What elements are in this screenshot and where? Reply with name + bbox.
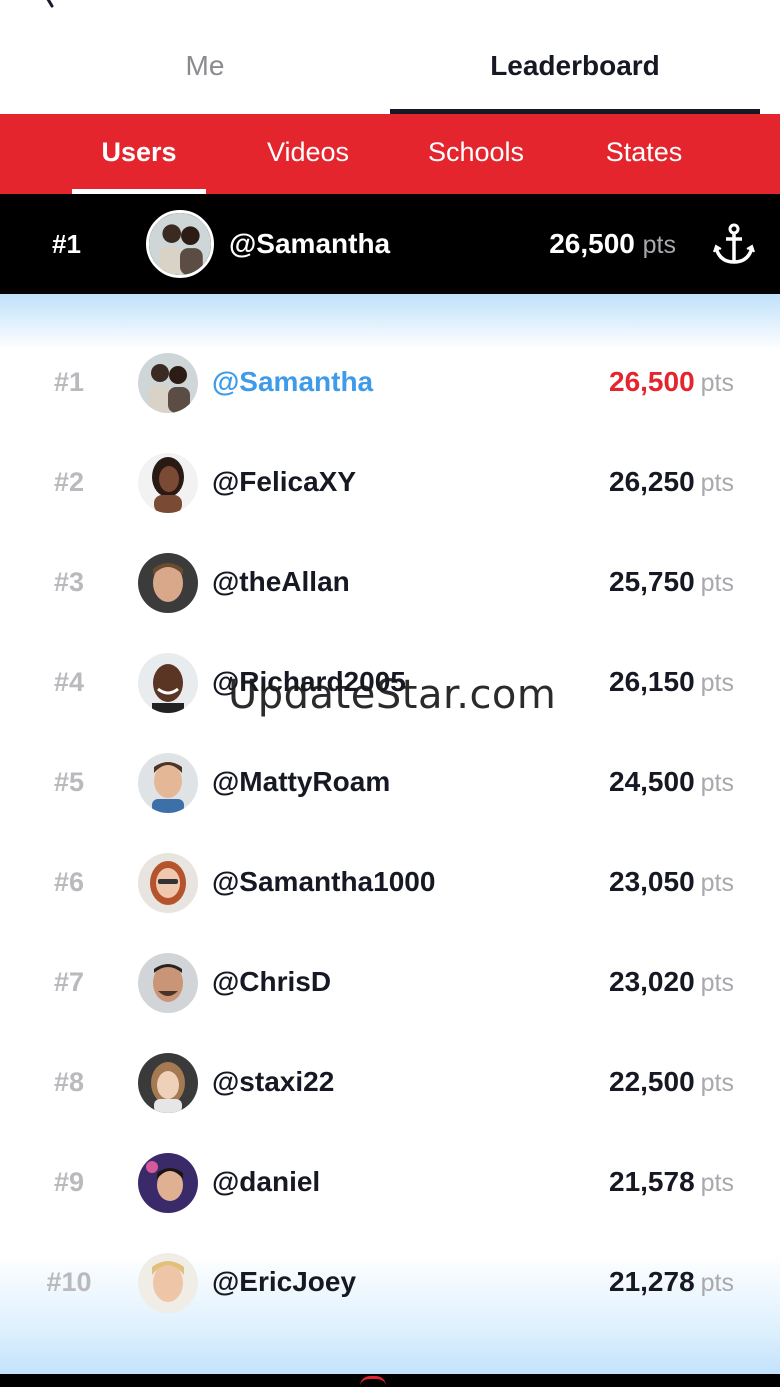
current-user-points: 26,500 pts (549, 194, 676, 295)
avatar (138, 1253, 198, 1313)
current-user-avatar (146, 210, 214, 278)
avatar (138, 753, 198, 813)
leaderboard-row[interactable]: #10 @EricJoey 21,278 pts (0, 1232, 780, 1332)
subtab-users[interactable]: Users (72, 114, 206, 194)
category-tabs: Users Videos Schools States (0, 114, 780, 194)
back-arrow-icon[interactable] (34, 0, 62, 10)
rank-text: #3 (53, 567, 85, 597)
points: 25,750 pts (609, 532, 734, 633)
username: @ChrisD (212, 966, 332, 997)
points: 23,020 pts (609, 932, 734, 1033)
rank-label: #7 (0, 932, 138, 1032)
points-unit: pts (700, 769, 734, 797)
username: @daniel (212, 1166, 321, 1197)
points-unit: pts (700, 469, 734, 497)
rank-text: #4 (53, 667, 85, 697)
points-value: 26,500 (609, 366, 695, 397)
rank-label: #3 (0, 532, 138, 632)
rank-label: #1 (0, 332, 138, 432)
username: @MattyRoam (212, 766, 391, 797)
bottom-tab-indicator (360, 1376, 386, 1386)
avatar (138, 653, 198, 713)
current-user-row[interactable]: #1 @Samantha 26,500 pts (0, 194, 780, 294)
avatar (138, 453, 198, 513)
username: @staxi22 (212, 1066, 335, 1097)
rank-text: #7 (53, 967, 85, 997)
avatar (138, 853, 198, 913)
points-unit: pts (700, 1169, 734, 1197)
points: 22,500 pts (609, 1032, 734, 1133)
rank-text: #9 (53, 1167, 85, 1197)
points-value: 21,578 (609, 1166, 695, 1197)
points-value: 25,750 (609, 566, 695, 597)
rank-label: #9 (0, 1132, 138, 1232)
current-user-username: @Samantha (229, 228, 391, 259)
points-value: 22,500 (609, 1066, 695, 1097)
avatar (138, 1053, 198, 1113)
current-user-rank: #1 (52, 229, 81, 259)
rank-label: #4 (0, 632, 138, 732)
username: @EricJoey (212, 1266, 357, 1297)
points-unit: pts (700, 369, 734, 397)
rank-label: #10 (0, 1232, 138, 1332)
subtab-videos[interactable]: Videos (240, 114, 376, 194)
avatar (138, 953, 198, 1013)
points: 23,050 pts (609, 832, 734, 933)
leaderboard-list: #1 @Samantha 26,500 pts #2 @FelicaXY 26,2… (0, 294, 780, 1374)
leaderboard-row[interactable]: #1 @Samantha 26,500 pts (0, 332, 780, 432)
leaderboard-row[interactable]: #5 @MattyRoam 24,500 pts (0, 732, 780, 832)
avatar (138, 1153, 198, 1213)
points-value: 23,050 (609, 866, 695, 897)
leaderboard-row[interactable]: #8 @staxi22 22,500 pts (0, 1032, 780, 1132)
leaderboard-row[interactable]: #3 @theAllan 25,750 pts (0, 532, 780, 632)
points-unit: pts (700, 869, 734, 897)
leaderboard-row[interactable]: #6 @Samantha1000 23,050 pts (0, 832, 780, 932)
rank-text: #1 (53, 367, 85, 397)
rank-label: #6 (0, 832, 138, 932)
bottom-bar (0, 1374, 780, 1387)
points: 26,150 pts (609, 632, 734, 733)
points-unit: pts (700, 1269, 734, 1297)
rank-text: #10 (46, 1267, 92, 1297)
username: @theAllan (212, 566, 350, 597)
subtab-states[interactable]: States (576, 114, 712, 194)
leaderboard-row[interactable]: #2 @FelicaXY 26,250 pts (0, 432, 780, 532)
leaderboard-row[interactable]: #7 @ChrisD 23,020 pts (0, 932, 780, 1032)
points-unit: pts (700, 669, 734, 697)
points-value: 21,278 (609, 1266, 695, 1297)
points: 26,500 pts (609, 332, 734, 433)
points: 21,278 pts (609, 1232, 734, 1333)
points-unit: pts (700, 969, 734, 997)
current-user-points-value: 26,500 (549, 228, 635, 259)
tab-leaderboard[interactable]: Leaderboard (390, 50, 760, 90)
points-unit: pts (700, 1069, 734, 1097)
points: 21,578 pts (609, 1132, 734, 1233)
points-value: 26,150 (609, 666, 695, 697)
username: @FelicaXY (212, 466, 357, 497)
tab-me[interactable]: Me (0, 50, 410, 90)
avatar (138, 553, 198, 613)
rank-label: #5 (0, 732, 138, 832)
rank-label: #2 (0, 432, 138, 532)
username: @Samantha1000 (212, 866, 436, 897)
anchor-icon[interactable] (712, 222, 756, 266)
subtab-schools[interactable]: Schools (408, 114, 544, 194)
rank-text: #6 (53, 867, 85, 897)
points-value: 24,500 (609, 766, 695, 797)
points: 26,250 pts (609, 432, 734, 533)
points-value: 23,020 (609, 966, 695, 997)
points-unit: pts (700, 569, 734, 597)
points: 24,500 pts (609, 732, 734, 833)
avatar (138, 353, 198, 413)
current-user-points-unit: pts (642, 231, 676, 259)
watermark: UpdateStar.com (228, 672, 557, 718)
rank-label: #8 (0, 1032, 138, 1132)
rank-text: #5 (53, 767, 85, 797)
points-value: 26,250 (609, 466, 695, 497)
username: @Samantha (212, 366, 374, 397)
top-bar: Me Leaderboard (0, 0, 780, 114)
rank-text: #2 (53, 467, 85, 497)
rank-text: #8 (53, 1067, 85, 1097)
leaderboard-row[interactable]: #9 @daniel 21,578 pts (0, 1132, 780, 1232)
